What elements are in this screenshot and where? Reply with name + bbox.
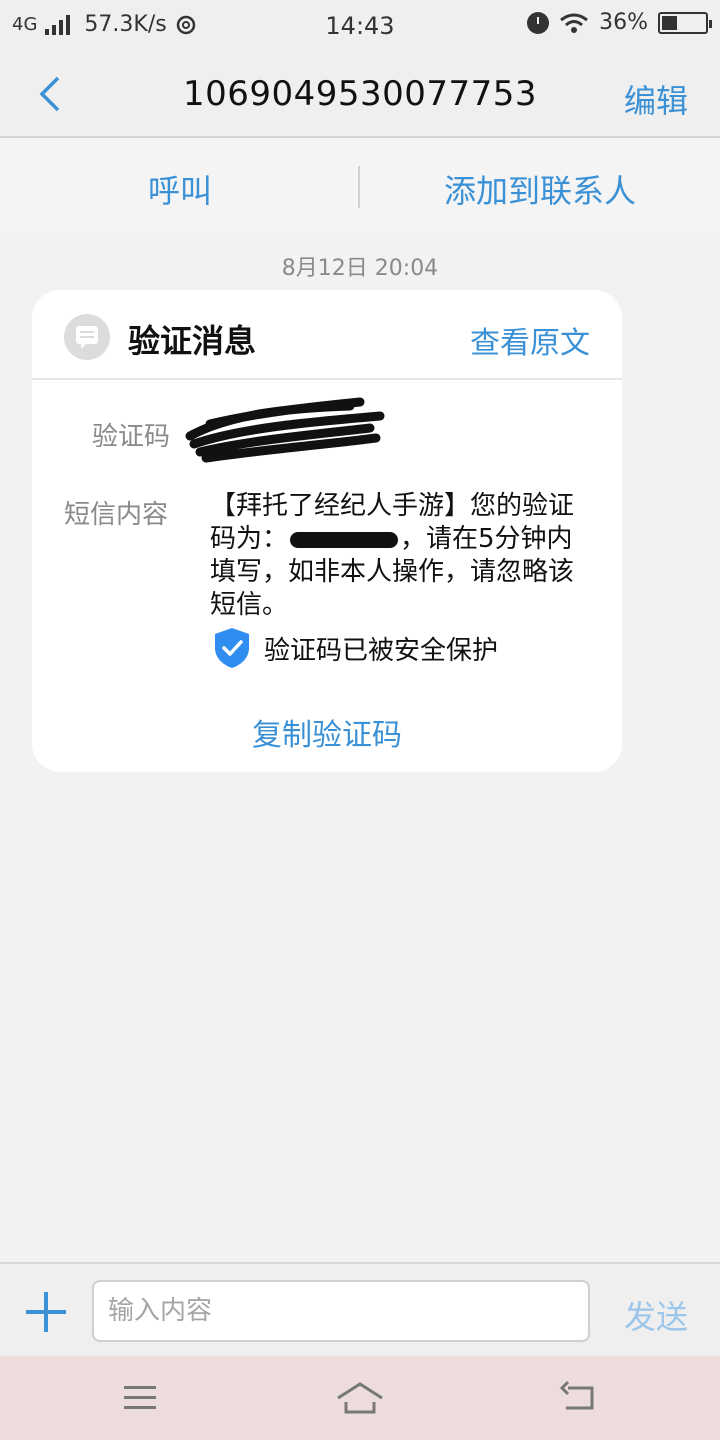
verification-message-card: 验证消息 查看原文 验证码 短信内容 【拜托了经纪人手游】您的验证码为： ，请在5… — [32, 290, 622, 772]
redacted-code-scribble — [185, 397, 385, 463]
status-bar: 4G 57.3K/s 14:43 36% — [0, 0, 720, 52]
card-title: 验证消息 — [128, 322, 257, 360]
menu-icon[interactable] — [118, 1376, 162, 1420]
copy-code-button[interactable]: 复制验证码 — [32, 710, 622, 754]
add-to-contacts-button[interactable]: 添加到联系人 — [360, 166, 720, 212]
back-nav-icon[interactable] — [556, 1376, 600, 1420]
sms-body: 【拜托了经纪人手游】您的验证码为： ，请在5分钟内填写，如非本人操作，请忽略该短信… — [210, 490, 580, 622]
plus-icon[interactable] — [26, 1292, 66, 1332]
sender-number: 1069049530077753 — [182, 74, 538, 114]
secure-notice: 验证码已被安全保护 — [212, 626, 498, 670]
view-original-button[interactable]: 查看原文 — [470, 318, 590, 362]
card-header: 验证消息 查看原文 — [32, 290, 622, 380]
alarm-icon — [527, 11, 550, 34]
battery-level — [662, 15, 678, 30]
wifi-icon — [560, 13, 589, 33]
battery-percent: 36% — [599, 10, 648, 35]
redacted-code-inline — [290, 531, 399, 548]
home-icon[interactable] — [334, 1376, 386, 1420]
code-label: 验证码 — [92, 422, 171, 452]
call-button[interactable]: 呼叫 — [0, 166, 360, 212]
content-label: 短信内容 — [64, 500, 169, 530]
secure-label: 验证码已被安全保护 — [264, 635, 499, 666]
compose-bar: 发送 — [0, 1262, 720, 1356]
battery-icon — [658, 11, 712, 34]
conversation-header: 1069049530077753 编辑 — [0, 52, 720, 138]
system-nav-bar — [0, 1356, 720, 1440]
message-timestamp: 8月12日 20:04 — [281, 256, 439, 281]
shield-check-icon — [215, 628, 249, 668]
status-right: 36% — [527, 10, 712, 35]
send-button[interactable]: 发送 — [624, 1292, 688, 1338]
edit-button[interactable]: 编辑 — [624, 76, 688, 122]
message-icon — [64, 314, 110, 360]
message-input[interactable] — [92, 1280, 590, 1342]
contact-action-bar: 呼叫 添加到联系人 — [0, 140, 720, 232]
